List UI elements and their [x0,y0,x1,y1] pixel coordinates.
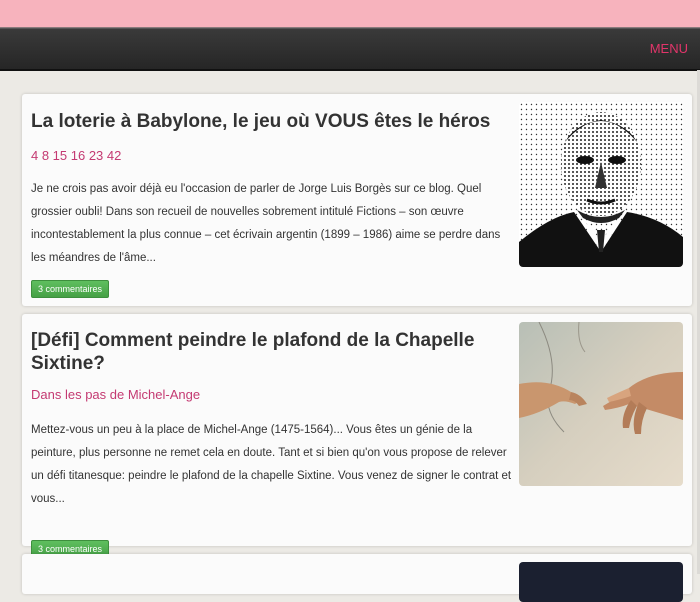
navigation-bar: MENU [0,28,700,71]
post-card: La loterie à Babylone, le jeu où VOUS êt… [22,94,692,306]
post-subtitle: 4 8 15 16 23 42 [31,148,122,163]
post-card [22,554,692,602]
portrait-illustration [519,102,683,267]
comments-button[interactable]: 3 commentaires [31,280,110,298]
creation-of-adam-image[interactable] [519,322,683,486]
top-banner [0,0,700,28]
post-list: La loterie à Babylone, le jeu où VOUS êt… [22,94,692,602]
post-thumbnail-image[interactable] [519,562,683,602]
post-title-link[interactable]: [Défi] Comment peindre le plafond de la … [31,329,501,375]
post-card: [Défi] Comment peindre le plafond de la … [22,314,692,558]
post-title-link[interactable] [31,570,491,584]
menu-button[interactable]: MENU [650,41,688,56]
post-title-link[interactable]: La loterie à Babylone, le jeu où VOUS êt… [31,110,521,133]
fresco-illustration [519,322,683,486]
post-excerpt: Mettez-vous un peu à la place de Michel-… [31,424,512,505]
post-subtitle: Dans les pas de Michel-Ange [31,387,201,402]
post-excerpt: Je ne crois pas avoir déjà eu l'occasion… [31,183,501,264]
borges-portrait-image[interactable] [519,102,683,267]
